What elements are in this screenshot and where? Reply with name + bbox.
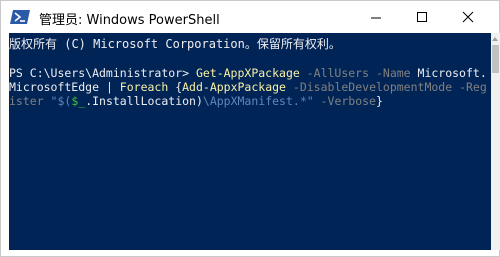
close-button[interactable] <box>445 1 491 33</box>
minimize-button[interactable] <box>353 1 399 33</box>
cmdlet-get-appxpackage: Get-AppXPackage <box>195 66 300 80</box>
param-name: -Name <box>369 66 411 80</box>
open-brace: { <box>168 80 183 94</box>
maximize-button[interactable] <box>399 1 445 33</box>
cmdlet-add-appxpackage: Add-AppxPackage <box>182 80 286 94</box>
string-open: "$( <box>43 94 72 108</box>
scroll-up-icon[interactable] <box>492 37 498 41</box>
close-icon <box>462 11 474 23</box>
console-output[interactable]: 版权所有 (C) Microsoft Corporation。保留所有权利。 P… <box>9 33 491 250</box>
param-verbose: -Verbose <box>313 94 376 108</box>
maximize-icon <box>417 12 427 22</box>
command-line-3: ister "$($_.InstallLocation)\AppXManifes… <box>9 94 383 108</box>
copyright-line: 版权所有 (C) Microsoft Corporation。保留所有权利。 <box>9 37 341 51</box>
close-brace: } <box>375 94 383 108</box>
pipe-operator: | <box>99 80 120 94</box>
install-location-property: .InstallLocation) <box>85 94 203 108</box>
command-line-1: PS C:\Users\Administrator> Get-AppXPacka… <box>9 66 487 80</box>
arg-package-name-cont: MicrosoftEdge <box>9 80 100 94</box>
pipeline-variable: $_ <box>71 94 86 108</box>
manifest-path-string: \AppXManifest.*" <box>202 94 314 108</box>
powershell-window: 管理员: Windows PowerShell 版权所有 (C) Microso… <box>0 0 500 257</box>
minimize-icon <box>371 17 381 19</box>
param-allusers: -AllUsers <box>299 66 370 80</box>
cmdlet-foreach: Foreach <box>119 80 169 94</box>
param-register: -Reg <box>452 80 487 94</box>
powershell-icon[interactable] <box>10 10 30 24</box>
command-line-2: MicrosoftEdge | Foreach {Add-AppxPackage… <box>9 80 487 94</box>
arg-package-name: Microsoft. <box>410 66 487 80</box>
title-bar[interactable]: 管理员: Windows PowerShell <box>1 1 499 33</box>
scroll-thumb[interactable] <box>492 45 499 73</box>
window-title: 管理员: Windows PowerShell <box>39 13 220 28</box>
vertical-scrollbar[interactable] <box>491 33 500 250</box>
param-disabledevelopmentmode: -DisableDevelopmentMode <box>285 80 453 94</box>
prompt-text: PS C:\Users\Administrator> <box>9 66 196 80</box>
param-register-cont: ister <box>9 94 44 108</box>
